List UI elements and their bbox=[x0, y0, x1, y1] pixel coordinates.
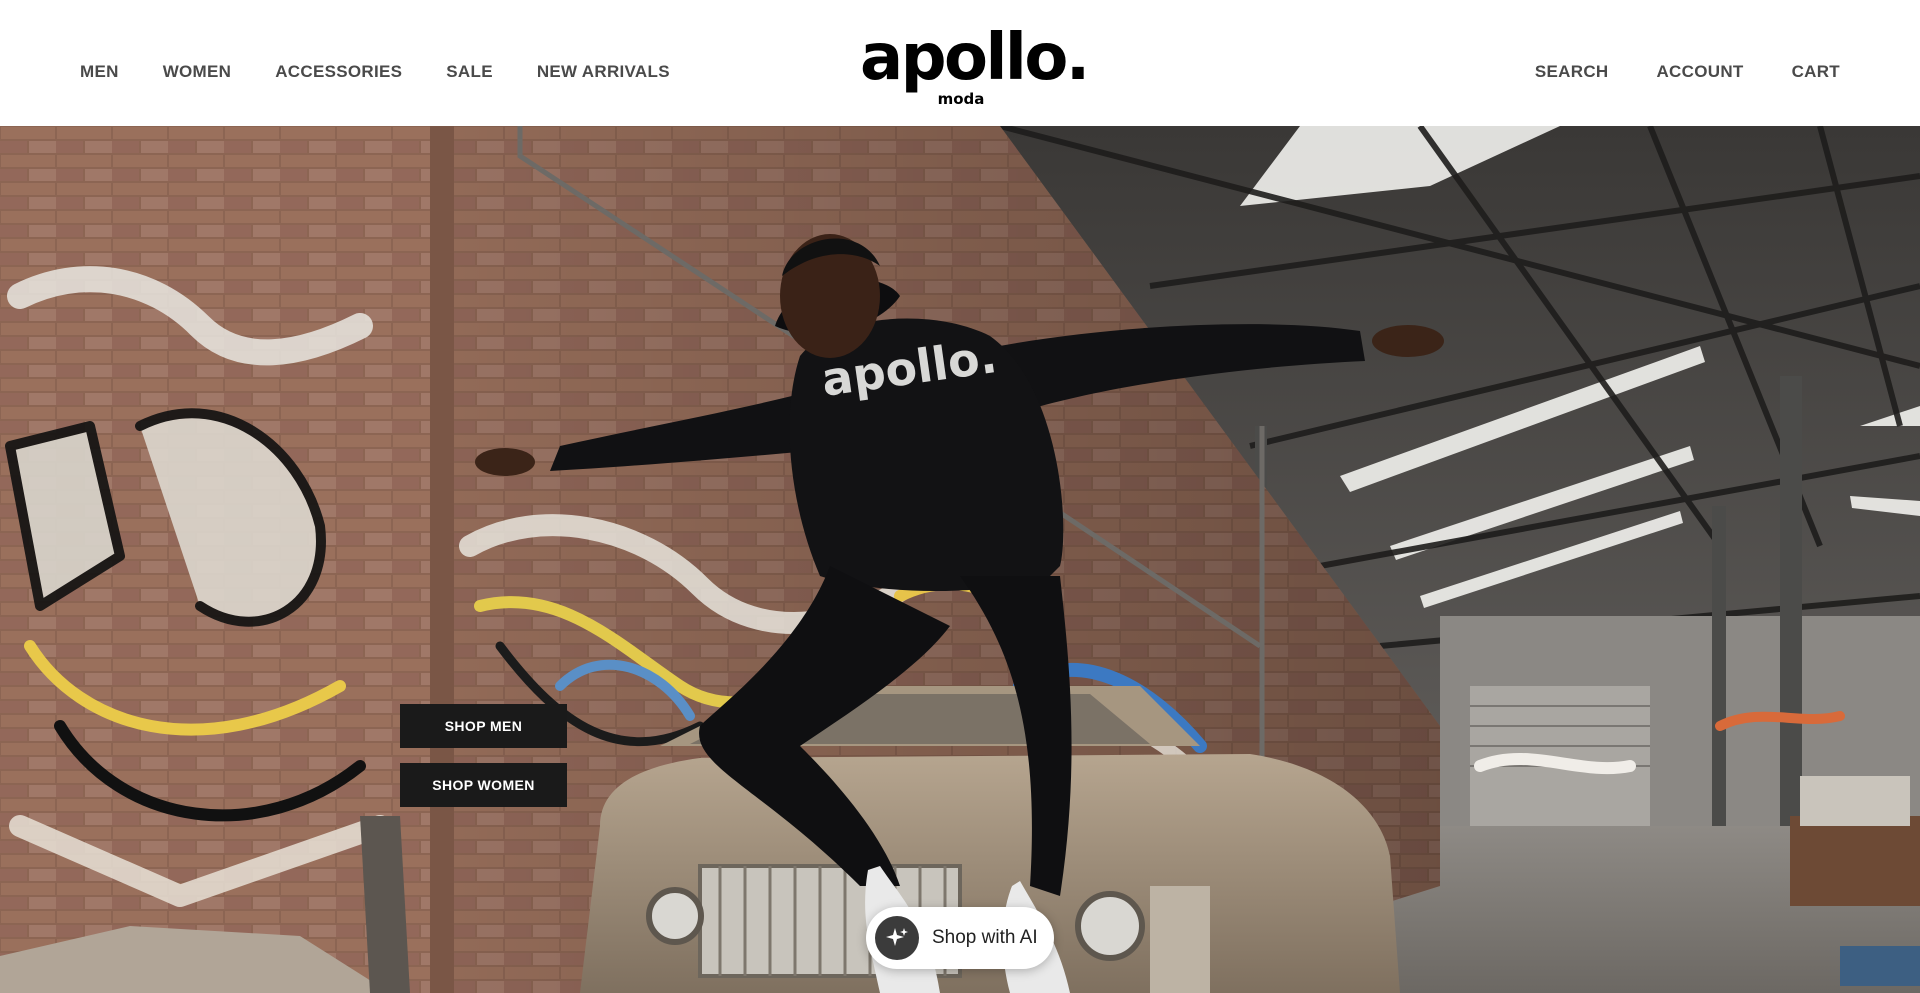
site-header: MEN WOMEN ACCESSORIES SALE NEW ARRIVALS … bbox=[0, 0, 1920, 126]
logo-wordmark: apollo. bbox=[860, 21, 1090, 95]
shop-with-ai-label: Shop with AI bbox=[932, 927, 1038, 948]
sparkle-icon bbox=[875, 916, 919, 960]
nav-link-cart[interactable]: CART bbox=[1792, 62, 1840, 82]
primary-nav: MEN WOMEN ACCESSORIES SALE NEW ARRIVALS bbox=[80, 62, 670, 82]
shop-women-button[interactable]: SHOP WOMEN bbox=[400, 763, 567, 807]
shop-men-button[interactable]: SHOP MEN bbox=[400, 704, 567, 748]
nav-link-men[interactable]: MEN bbox=[80, 62, 119, 82]
nav-link-search[interactable]: SEARCH bbox=[1535, 62, 1609, 82]
nav-link-account[interactable]: ACCOUNT bbox=[1656, 62, 1743, 82]
hero-image: apollo. bbox=[0, 126, 1920, 993]
nav-link-women[interactable]: WOMEN bbox=[163, 62, 232, 82]
hero-banner: apollo. SHOP MEN SHOP WOMEN bbox=[0, 126, 1920, 993]
utility-nav: SEARCH ACCOUNT CART bbox=[1487, 62, 1840, 82]
nav-link-accessories[interactable]: ACCESSORIES bbox=[275, 62, 402, 82]
nav-link-sale[interactable]: SALE bbox=[446, 62, 493, 82]
nav-link-new-arrivals[interactable]: NEW ARRIVALS bbox=[537, 62, 670, 82]
shop-with-ai-button[interactable]: Shop with AI bbox=[866, 907, 1054, 969]
brand-logo[interactable]: apollo. moda bbox=[860, 21, 1090, 108]
